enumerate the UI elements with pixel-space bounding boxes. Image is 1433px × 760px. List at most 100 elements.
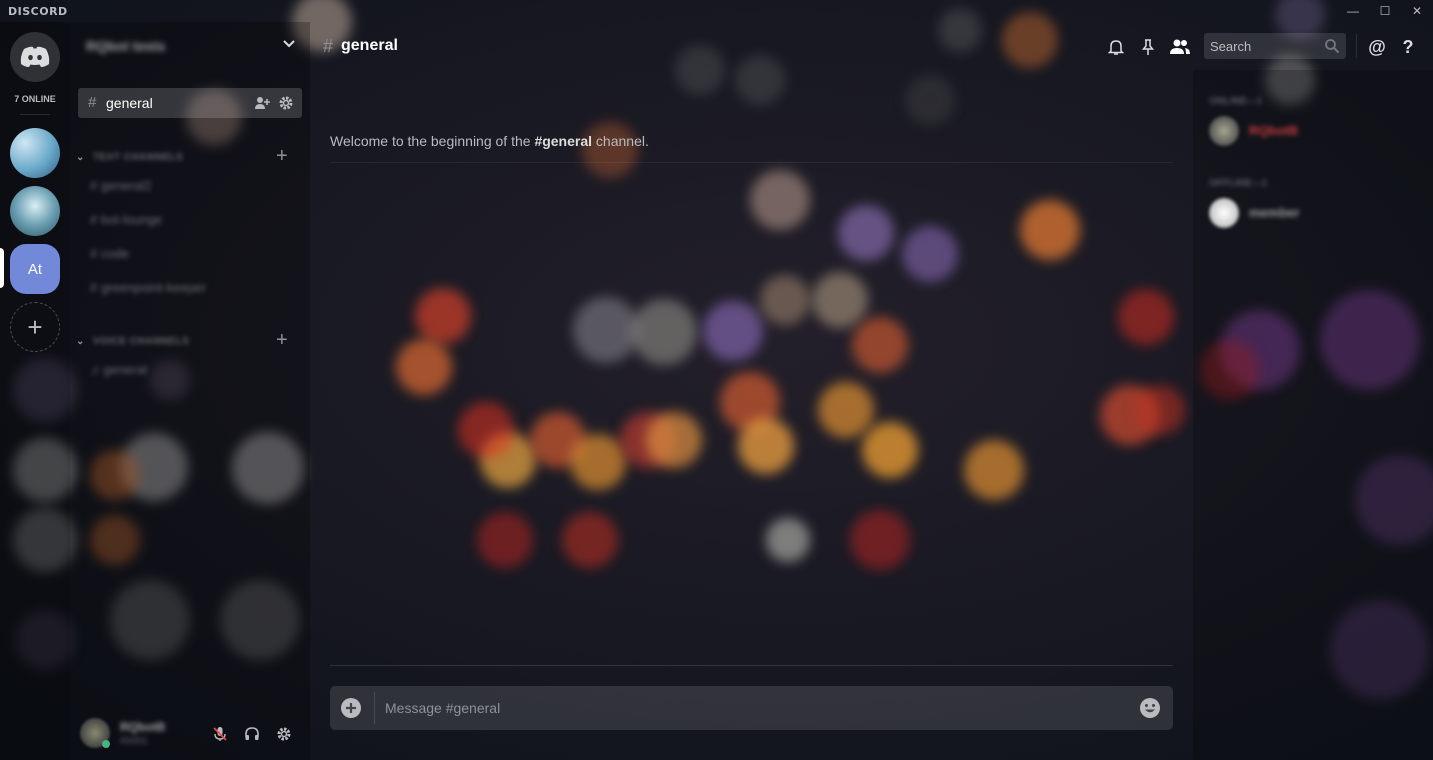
category-text[interactable]: ⌄ TEXT CHANNELS	[76, 152, 183, 163]
notifications-button[interactable]	[1104, 35, 1128, 59]
bokeh-light	[458, 402, 514, 458]
bokeh-light	[818, 382, 874, 438]
bokeh-light	[838, 205, 894, 261]
maximize-icon[interactable]: ☐	[1369, 0, 1401, 22]
bell-icon	[1107, 40, 1125, 55]
gear-icon[interactable]	[278, 95, 294, 111]
search-input[interactable]: Search	[1204, 33, 1346, 59]
member-name[interactable]: RQbotB	[1249, 123, 1298, 138]
channel-item-general[interactable]: # general	[78, 88, 302, 118]
channel-item[interactable]: # general2	[90, 178, 151, 193]
message-input[interactable]: Message #general	[385, 700, 500, 716]
bokeh-light	[396, 339, 452, 395]
hash-icon: #	[88, 94, 97, 111]
user-settings-button[interactable]	[274, 724, 294, 744]
gear-icon	[277, 727, 291, 741]
channel-name: general	[106, 95, 153, 111]
category-voice[interactable]: ⌄ VOICE CHANNELS	[76, 336, 189, 347]
server-header[interactable]: RQbot tests	[70, 22, 310, 70]
bokeh-light	[750, 170, 810, 230]
bokeh-light	[812, 272, 868, 328]
server-icon[interactable]	[10, 186, 60, 236]
invite-icon[interactable]	[254, 95, 270, 111]
bokeh-light	[646, 412, 702, 468]
bokeh-light	[415, 288, 471, 344]
add-channel-button[interactable]: +	[276, 329, 288, 352]
hash-icon: #	[323, 36, 334, 56]
bokeh-light	[905, 75, 955, 125]
welcome-message: Welcome to the beginning of the #general…	[330, 133, 649, 149]
bokeh-light	[766, 518, 810, 562]
bokeh-light	[573, 297, 639, 363]
bokeh-light	[862, 422, 918, 478]
bokeh-light	[631, 299, 697, 365]
app-brand: DISCORD	[8, 5, 68, 18]
bokeh-light	[964, 440, 1024, 500]
divider	[330, 162, 1173, 163]
discord-logo-icon	[20, 46, 50, 67]
server-icon[interactable]	[10, 128, 60, 178]
add-server-button[interactable]: +	[10, 302, 60, 352]
mute-button[interactable]	[210, 724, 230, 744]
chevron-down-icon	[283, 40, 295, 48]
status-badge	[102, 740, 110, 748]
microphone-muted-icon	[213, 727, 227, 741]
avatar[interactable]	[1209, 198, 1239, 228]
pinned-messages-button[interactable]	[1136, 35, 1160, 59]
minimize-icon[interactable]: —	[1337, 0, 1369, 22]
member-list-toggle[interactable]	[1168, 35, 1192, 59]
divider	[1356, 34, 1357, 58]
add-channel-button[interactable]: +	[276, 145, 288, 168]
search-placeholder: Search	[1210, 39, 1252, 54]
user-name: RQbotB	[120, 720, 166, 734]
search-icon	[1325, 39, 1340, 54]
channel-sidebar: RQbot tests # general ⌄ TEXT CHANNELS + #…	[70, 22, 310, 760]
deafen-button[interactable]	[242, 724, 262, 744]
user-tag: #0001	[120, 736, 148, 747]
voice-channel-item[interactable]: ♫ general	[90, 362, 147, 377]
server-icon-selected[interactable]: At	[10, 244, 60, 294]
bokeh-light	[703, 301, 763, 361]
emoji-icon[interactable]	[1139, 697, 1161, 719]
member-group-label: ONLINE—1	[1209, 96, 1263, 107]
upload-plus-icon[interactable]	[340, 697, 362, 719]
channel-item[interactable]: # bot-lounge	[90, 212, 162, 227]
bokeh-light	[852, 317, 908, 373]
online-count: 7 ONLINE	[14, 94, 56, 104]
divider	[374, 692, 375, 724]
bokeh-light	[477, 512, 533, 568]
channel-title: general	[341, 37, 398, 54]
at-icon: @	[1368, 36, 1386, 57]
plus-icon: +	[27, 311, 43, 342]
bokeh-light	[850, 510, 910, 570]
bokeh-light	[570, 434, 626, 490]
mentions-button[interactable]: @	[1365, 35, 1389, 59]
server-name: RQbot tests	[86, 38, 166, 54]
user-panel: RQbotB #0001	[70, 710, 310, 760]
bokeh-light	[738, 418, 794, 474]
bokeh-light	[582, 122, 638, 178]
members-icon	[1170, 39, 1190, 54]
member-group-label: OFFLINE—1	[1209, 178, 1268, 189]
avatar[interactable]	[1209, 116, 1239, 146]
channel-mention[interactable]: #general	[534, 133, 592, 149]
bokeh-light	[760, 275, 810, 325]
bokeh-light	[562, 512, 618, 568]
bokeh-light	[902, 226, 958, 282]
home-button[interactable]	[10, 32, 60, 82]
channel-item[interactable]: # greenpoint-keeper	[90, 280, 206, 295]
bokeh-light	[1135, 385, 1185, 435]
help-icon: ?	[1402, 36, 1414, 57]
help-button[interactable]: ?	[1396, 35, 1420, 59]
close-icon[interactable]: ✕	[1401, 0, 1433, 22]
channel-item[interactable]: # code	[90, 246, 129, 261]
selected-indicator	[0, 248, 4, 288]
divider	[330, 665, 1173, 666]
member-list: ONLINE—1 RQbotB OFFLINE—1 member	[1193, 70, 1433, 760]
divider	[20, 114, 50, 115]
bokeh-light	[1118, 289, 1174, 345]
pin-icon	[1141, 39, 1155, 55]
channel-header: # general Search @ ?	[310, 22, 1433, 70]
member-name[interactable]: member	[1249, 205, 1300, 220]
bokeh-light	[1020, 200, 1080, 260]
